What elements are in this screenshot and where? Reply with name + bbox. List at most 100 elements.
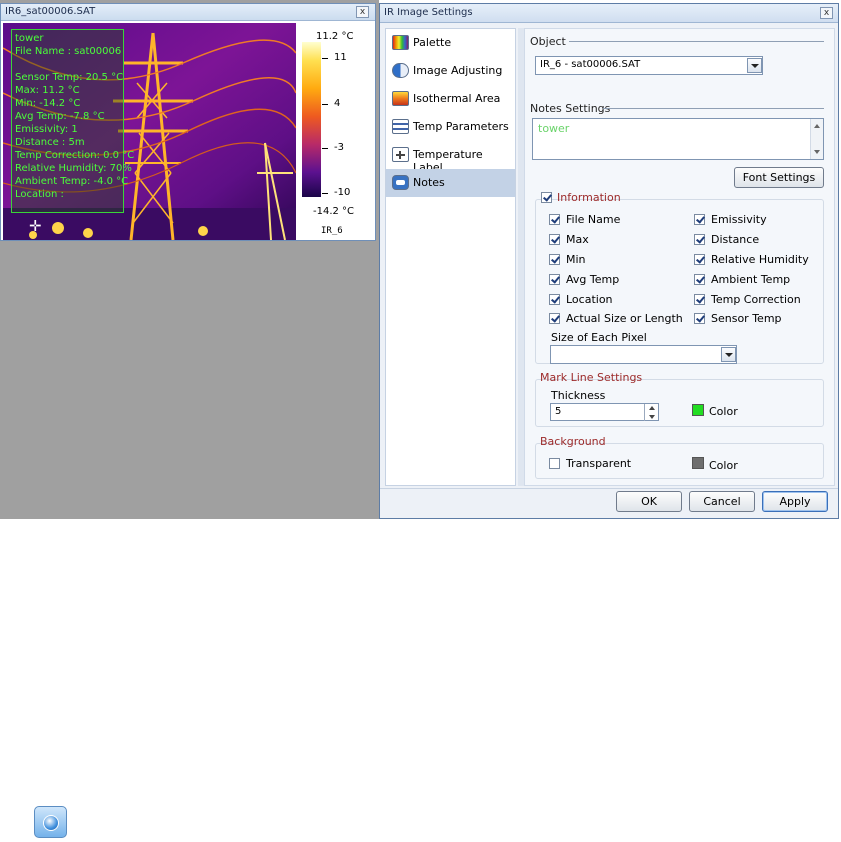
scroll-down-icon[interactable] <box>814 150 820 154</box>
overlay-line: Emissivity: 1 <box>15 124 78 135</box>
checkbox-label: File Name <box>566 213 621 226</box>
scale-tick-label: 11 <box>334 52 347 63</box>
sensor-temp-checkbox[interactable] <box>694 313 705 324</box>
nav-item-palette[interactable]: Palette <box>386 29 515 57</box>
scale-tick <box>322 193 328 194</box>
checkbox-label: Max <box>566 233 589 246</box>
information-label: Information <box>557 191 621 204</box>
overlay-line: Relative Humidity: 70% <box>15 163 132 174</box>
scale-tick <box>322 58 328 59</box>
pixel-size-label: Size of Each Pixel <box>551 331 647 344</box>
checkbox-label: Min <box>566 253 586 266</box>
checkbox-label: Actual Size or Length <box>566 312 683 325</box>
overlay-line: tower <box>15 33 44 44</box>
nav-item-isothermal-area[interactable]: Isothermal Area <box>386 85 515 113</box>
background-color-swatch[interactable] <box>692 457 704 469</box>
divider <box>603 108 824 109</box>
notes-settings-title: Notes Settings <box>530 102 611 115</box>
object-select[interactable]: IR_6 - sat00006.SAT <box>535 56 763 75</box>
nav-label: Image Adjusting <box>413 64 503 77</box>
image-window-title: IR6_sat00006.SAT <box>5 6 96 17</box>
dialog-title: IR Image Settings <box>384 7 473 18</box>
temp-params-icon <box>392 119 409 134</box>
min-checkbox[interactable] <box>549 254 560 265</box>
overlay-line: Temp Correction: 0.0 °C <box>15 150 135 161</box>
overlay-line: Max: 11.2 °C <box>15 85 80 96</box>
mark-line-title: Mark Line Settings <box>540 371 643 384</box>
scale-min-label: -14.2 °C <box>313 206 355 217</box>
thickness-input[interactable]: 5 <box>550 403 659 421</box>
temp-correction-checkbox[interactable] <box>694 294 705 305</box>
checkbox-label: Avg Temp <box>566 273 620 286</box>
font-settings-button[interactable]: Font Settings <box>734 167 824 188</box>
nav-item-temp-parameters[interactable]: Temp Parameters <box>386 113 515 141</box>
scale-tick <box>322 104 328 105</box>
scale-tick-label: 4 <box>334 98 341 109</box>
file-name-checkbox[interactable] <box>549 214 560 225</box>
notes-text-area[interactable]: tower <box>532 118 824 160</box>
notes-overlay: tower File Name : sat00006 Sensor Temp: … <box>11 29 135 213</box>
image-window-titlebar[interactable]: IR6_sat00006.SAT x <box>1 4 375 21</box>
checkbox-label: Distance <box>711 233 760 246</box>
apply-button[interactable]: Apply <box>762 491 828 512</box>
thickness-spinner[interactable] <box>644 404 658 421</box>
close-icon[interactable]: x <box>820 7 833 19</box>
transparent-checkbox[interactable] <box>549 458 560 469</box>
scale-tick-label: -10 <box>334 187 351 198</box>
notes-icon <box>392 175 409 190</box>
checkbox-label: Temp Correction <box>711 293 801 306</box>
ambient-temp-checkbox[interactable] <box>694 274 705 285</box>
information-checkbox[interactable] <box>541 192 552 203</box>
ir-image-settings-dialog[interactable]: IR Image Settings x Palette Image Adjust… <box>379 3 839 519</box>
image-adjust-icon <box>392 63 409 78</box>
emissivity-checkbox[interactable] <box>694 214 705 225</box>
actual-size-checkbox[interactable] <box>549 313 560 324</box>
ir-image-window[interactable]: IR6_sat00006.SAT x tower File Name: sat… <box>0 3 376 241</box>
location-checkbox[interactable] <box>549 294 560 305</box>
transparent-label: Transparent <box>566 457 632 470</box>
overlay-line: Avg Temp: -7.8 °C <box>15 111 105 122</box>
relative-humidity-checkbox[interactable] <box>694 254 705 265</box>
distance-checkbox[interactable] <box>694 234 705 245</box>
nav-label: Temp Parameters <box>413 120 509 133</box>
temperature-scale: 11.2 °C 11 4 -3 -10 -14.2 °C IR_6 <box>296 23 375 240</box>
max-checkbox[interactable] <box>549 234 560 245</box>
chevron-down-icon[interactable] <box>721 347 736 362</box>
chevron-down-icon[interactable] <box>747 58 762 73</box>
checkbox-label: Sensor Temp <box>711 312 782 325</box>
background-color-label: Color <box>709 459 738 472</box>
nav-label: Palette <box>413 36 452 49</box>
nav-label: Notes <box>413 176 445 189</box>
crosshair-icon[interactable]: ✛ <box>29 219 42 234</box>
nav-item-image-adjusting[interactable]: Image Adjusting <box>386 57 515 85</box>
overlay-line: Ambient Temp: -4.0 °C <box>15 176 129 187</box>
isothermal-icon <box>392 91 409 106</box>
avg-temp-checkbox[interactable] <box>549 274 560 285</box>
overlay-line: Sensor Temp: 20.5 °C <box>15 72 124 83</box>
scale-tick-label: -3 <box>334 142 344 153</box>
nav-item-notes[interactable]: Notes <box>386 169 515 197</box>
spin-down-icon[interactable] <box>649 415 655 419</box>
ok-button[interactable]: OK <box>616 491 682 512</box>
mark-line-color-swatch[interactable] <box>692 404 704 416</box>
pixel-size-select[interactable] <box>550 345 737 364</box>
thermal-image[interactable]: tower File Name : sat00006 Sensor Temp: … <box>3 23 296 240</box>
notes-scrollbar[interactable] <box>810 119 823 159</box>
nav-item-temperature-label[interactable]: Temperature Label <box>386 141 515 174</box>
dialog-titlebar[interactable]: IR Image Settings x <box>380 4 838 23</box>
scale-tick <box>322 148 328 149</box>
app-orb-icon[interactable] <box>34 806 67 838</box>
divider <box>569 41 824 42</box>
scroll-up-icon[interactable] <box>814 124 820 128</box>
overlay-line: Distance : 5m <box>15 137 85 148</box>
overlay-line: Location : <box>15 189 64 200</box>
mark-line-color-label: Color <box>709 405 738 418</box>
nav-label: Isothermal Area <box>413 92 501 105</box>
close-icon[interactable]: x <box>356 6 369 18</box>
cancel-button[interactable]: Cancel <box>689 491 755 512</box>
thickness-label: Thickness <box>551 389 606 402</box>
checkbox-label: Ambient Temp <box>711 273 791 286</box>
spin-up-icon[interactable] <box>649 406 655 410</box>
palette-icon <box>392 35 409 50</box>
scale-id-label: IR_6 <box>321 226 343 236</box>
